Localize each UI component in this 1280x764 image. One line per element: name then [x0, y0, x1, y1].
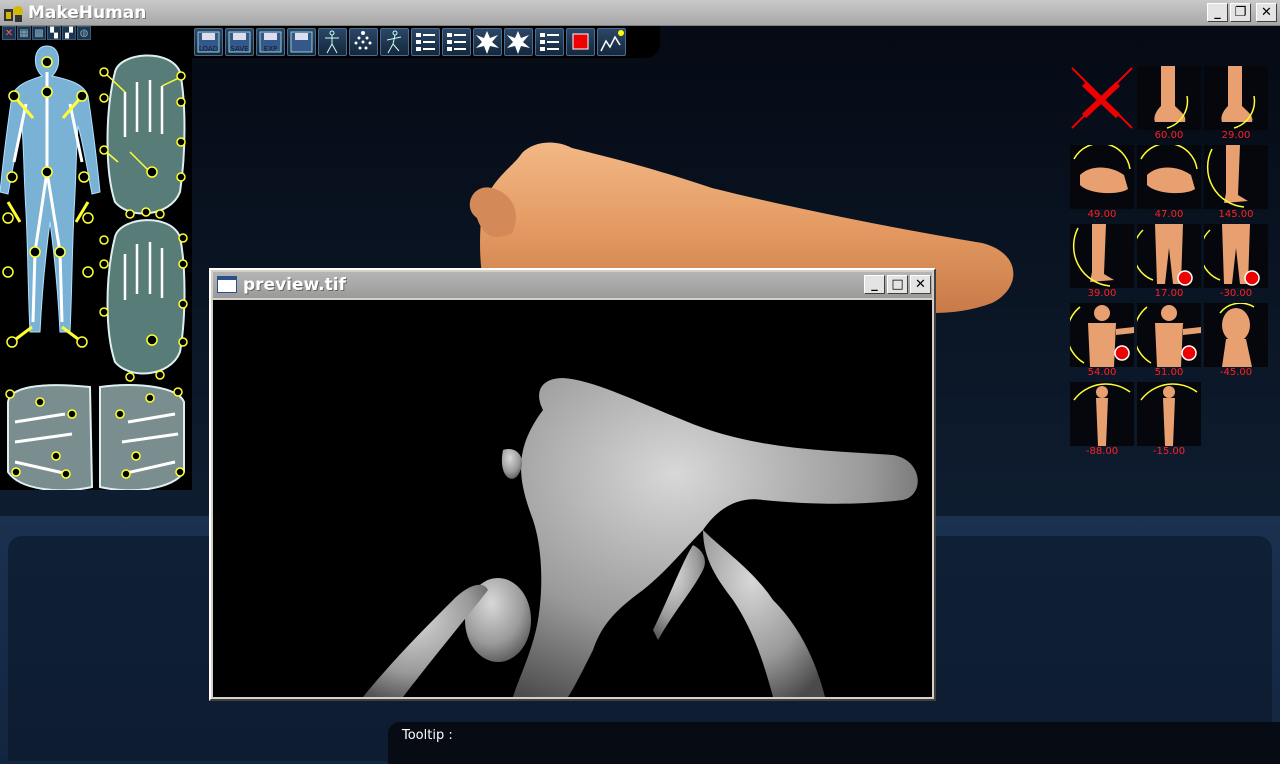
disk-button[interactable]	[287, 28, 316, 56]
view-mode-icons: ✕ ▦ ▩ ▚ ▞ ◍	[0, 26, 100, 42]
splat-a-button[interactable]	[473, 28, 502, 56]
main-toolbar: LOAD SAVE EXP	[194, 28, 626, 56]
toolbar-button-label: LOAD	[198, 45, 219, 53]
rendered-figure	[363, 378, 918, 697]
pose-thumb-side[interactable]	[1137, 382, 1201, 446]
close-button[interactable]: ✕	[1256, 3, 1277, 22]
pose-thumb-torso[interactable]	[1133, 303, 1201, 367]
pose-thumb-leg[interactable]	[1070, 224, 1134, 288]
skeleton-button[interactable]	[318, 28, 347, 56]
export-button[interactable]: EXP	[256, 28, 285, 56]
mesh-view-icon[interactable]: ▩	[32, 26, 46, 40]
pose-thumb-foot[interactable]	[1137, 66, 1201, 130]
pose-thumb-leg[interactable]	[1204, 145, 1268, 209]
pose-value: 17.00	[1154, 288, 1184, 299]
preview-title: preview.tif	[243, 275, 346, 295]
skeleton-icon	[319, 29, 346, 55]
right-hand-figure[interactable]	[99, 54, 186, 219]
pose-value: 49.00	[1087, 209, 1117, 220]
left-hand-figure[interactable]	[99, 219, 188, 382]
pose-value: -45.00	[1219, 367, 1253, 378]
minimize-button[interactable]: _	[1207, 3, 1228, 22]
splat-icon	[474, 29, 501, 55]
pose-thumb-torso[interactable]	[1066, 303, 1134, 367]
list-icon	[536, 29, 563, 55]
preview-minimize-button[interactable]: _	[864, 275, 885, 294]
makehuman-logo-icon	[4, 6, 23, 22]
pose-thumb-hand[interactable]	[1070, 142, 1134, 209]
tooltip-label: Tooltip :	[402, 728, 453, 743]
window-titlebar: MakeHuman _ ❐ ✕	[0, 0, 1280, 26]
checker-view-icon[interactable]: ▚	[47, 26, 61, 40]
joints-button[interactable]	[349, 28, 378, 56]
pose-button[interactable]	[380, 28, 409, 56]
pose-value: -88.00	[1085, 446, 1119, 457]
pose-value: 145.00	[1218, 209, 1254, 220]
pose-value: 39.00	[1087, 288, 1117, 299]
preview-titlebar[interactable]: preview.tif _ □ ✕	[213, 272, 932, 298]
pose-thumb-legs[interactable]	[1132, 224, 1201, 288]
disk-icon	[288, 29, 315, 55]
list-icon	[443, 29, 470, 55]
list-icon	[412, 29, 439, 55]
pose-value: -30.00	[1219, 288, 1253, 299]
toolbar-button-label: EXP	[263, 45, 278, 53]
toolbar-button-label: SAVE	[230, 45, 249, 53]
restore-button[interactable]: ❐	[1230, 3, 1251, 22]
render-button[interactable]	[597, 28, 626, 56]
pose-value: 54.00	[1087, 367, 1117, 378]
preview-window[interactable]: preview.tif _ □ ✕	[209, 268, 936, 701]
cross-view-icon[interactable]: ✕	[2, 26, 16, 40]
full-body-figure[interactable]	[0, 45, 101, 348]
app-title: MakeHuman	[28, 3, 147, 23]
feet-figure[interactable]	[5, 384, 185, 490]
list-b-button[interactable]	[442, 28, 471, 56]
preview-close-button[interactable]: ✕	[910, 275, 931, 294]
body-joint-map[interactable]	[0, 42, 192, 490]
splat-b-button[interactable]	[504, 28, 533, 56]
tooltip-bar	[388, 722, 1280, 764]
pose-value: 60.00	[1154, 130, 1184, 141]
pose-thumb-head[interactable]	[1204, 302, 1268, 367]
globe-view-icon[interactable]: ◍	[77, 26, 91, 40]
pose-value: -15.00	[1152, 446, 1186, 457]
save-button[interactable]: SAVE	[225, 28, 254, 56]
window-icon	[217, 276, 237, 293]
list-c-button[interactable]	[535, 28, 564, 56]
preview-maximize-button[interactable]: □	[887, 275, 908, 294]
stop-button[interactable]	[566, 28, 595, 56]
pose-value: 29.00	[1221, 130, 1251, 141]
clear-pose-icon	[1070, 67, 1134, 134]
stop-icon	[567, 29, 594, 55]
pattern-view-icon[interactable]: ▞	[62, 26, 76, 40]
pose-icon	[381, 29, 408, 55]
grid-view-icon[interactable]: ▦	[17, 26, 31, 40]
load-button[interactable]: LOAD	[194, 28, 223, 56]
render-icon	[598, 29, 625, 55]
splat-icon	[505, 29, 532, 55]
clear-pose-button[interactable]	[1070, 66, 1134, 130]
body-part-panel: ✕ ▦ ▩ ▚ ▞ ◍	[0, 26, 192, 490]
pose-value: 51.00	[1154, 367, 1184, 378]
joints-icon	[350, 29, 377, 55]
pose-thumb-legs[interactable]	[1199, 224, 1268, 288]
list-a-button[interactable]	[411, 28, 440, 56]
preview-render-image	[213, 300, 932, 697]
pose-thumb-side[interactable]	[1070, 382, 1134, 446]
pose-value: 47.00	[1154, 209, 1184, 220]
pose-thumb-hand[interactable]	[1137, 142, 1201, 209]
pose-thumb-foot[interactable]	[1204, 66, 1268, 130]
